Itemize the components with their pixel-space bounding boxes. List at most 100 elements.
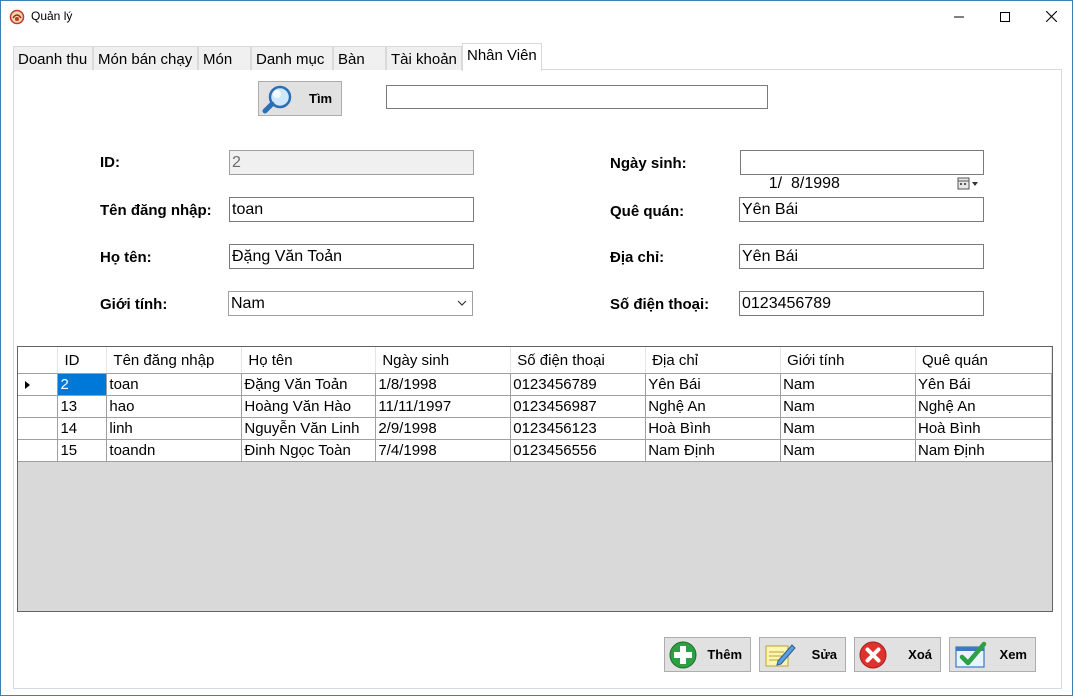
delete-button[interactable]: Xoá [854, 637, 941, 672]
checkmark-icon [954, 641, 988, 673]
tab-mon-ban-chay[interactable]: Món bán chạy [93, 46, 198, 70]
column-header-birthdate[interactable]: Ngày sinh [375, 347, 512, 374]
table-cell[interactable]: Hoà Bình [915, 417, 1052, 440]
table-cell[interactable]: Yên Bái [915, 373, 1052, 396]
id-field: 2 [229, 150, 474, 175]
address-field[interactable]: Yên Bái [739, 244, 984, 269]
search-input[interactable] [386, 85, 768, 109]
phone-field[interactable]: 0123456789 [739, 291, 984, 316]
row-header-corner [18, 347, 59, 374]
edit-button[interactable]: Sửa [759, 637, 846, 672]
tab-doanh-thu[interactable]: Doanh thu [13, 46, 93, 70]
row-header[interactable] [18, 417, 59, 440]
column-header-id[interactable]: ID [57, 347, 108, 374]
title-bar: Quản lý [1, 1, 1072, 32]
current-row-arrow-icon [25, 380, 30, 389]
table-cell[interactable]: 2/9/1998 [375, 417, 512, 440]
table-cell[interactable]: Nam [780, 395, 916, 418]
tab-mon[interactable]: Món [198, 46, 251, 70]
table-cell[interactable]: Đinh Ngọc Toàn [241, 439, 377, 462]
add-button-label: Thêm [707, 647, 742, 662]
gender-select[interactable]: Nam [228, 291, 473, 316]
table-cell[interactable]: 2 [57, 373, 108, 396]
id-label: ID: [100, 154, 120, 171]
fullname-field[interactable]: Đặng Văn Toản [229, 244, 474, 269]
hometown-field[interactable]: Yên Bái [739, 197, 984, 222]
edit-note-icon [764, 641, 796, 673]
table-cell[interactable]: Hoàng Văn Hào [241, 395, 377, 418]
table-cell[interactable]: Nghệ An [645, 395, 782, 418]
app-icon [9, 9, 25, 25]
table-cell[interactable]: 0123456987 [510, 395, 647, 418]
table-cell[interactable]: 11/11/1997 [375, 395, 512, 418]
column-header-username[interactable]: Tên đăng nhập [106, 347, 243, 374]
table-cell[interactable]: Nam [780, 417, 916, 440]
table-cell[interactable]: 13 [57, 395, 108, 418]
hometown-label: Quê quán: [610, 203, 685, 220]
search-button-label: Tìm [309, 91, 333, 106]
tab-ban[interactable]: Bàn [333, 46, 386, 70]
gender-select-value: Nam [231, 295, 265, 312]
fullname-label: Họ tên: [100, 249, 152, 266]
table-cell[interactable]: Nam [780, 373, 916, 396]
table-cell[interactable]: 0123456123 [510, 417, 647, 440]
close-button[interactable] [1028, 1, 1073, 32]
add-button[interactable]: Thêm [664, 637, 751, 672]
employee-grid[interactable]: ID Tên đăng nhập Họ tên Ngày sinh Số điệ… [17, 346, 1053, 612]
edit-button-label: Sửa [811, 647, 837, 662]
row-header-current[interactable] [18, 373, 59, 396]
table-cell[interactable]: 1/8/1998 [375, 373, 512, 396]
table-cell[interactable]: Nam Định [645, 439, 782, 462]
table-cell[interactable]: 0123456789 [510, 373, 647, 396]
gender-label: Giới tính: [100, 296, 168, 313]
column-header-address[interactable]: Địa chỉ [645, 347, 782, 374]
employee-table: ID Tên đăng nhập Họ tên Ngày sinh Số điệ… [18, 347, 1052, 462]
table-cell[interactable]: linh [106, 417, 243, 440]
phone-label: Số điện thoại: [610, 296, 710, 313]
table-cell[interactable]: Nam [780, 439, 916, 462]
table-cell[interactable]: toan [106, 373, 243, 396]
delete-button-label: Xoá [908, 647, 932, 662]
tab-tai-khoan[interactable]: Tài khoản [386, 46, 462, 70]
table-cell[interactable]: Nghệ An [915, 395, 1052, 418]
tab-nhan-vien[interactable]: Nhân Viên [462, 43, 542, 71]
table-cell[interactable]: hao [106, 395, 243, 418]
minimize-button[interactable] [936, 1, 982, 32]
table-cell[interactable]: Yên Bái [645, 373, 782, 396]
birthdate-value: 1/ 8/1998 [768, 175, 840, 192]
column-header-gender[interactable]: Giới tính [780, 347, 916, 374]
table-cell[interactable]: toandn [106, 439, 243, 462]
column-header-hometown[interactable]: Quê quán [915, 347, 1052, 374]
column-header-phone[interactable]: Số điện thoại [510, 347, 647, 374]
table-cell[interactable]: Hoà Bình [645, 417, 782, 440]
table-cell[interactable]: 15 [57, 439, 108, 462]
chevron-down-icon [456, 295, 468, 311]
table-cell[interactable]: 0123456556 [510, 439, 647, 462]
username-label: Tên đăng nhập: [100, 202, 212, 219]
table-cell[interactable]: 7/4/1998 [375, 439, 512, 462]
view-button-label: Xem [999, 647, 1027, 662]
magnifier-icon [262, 84, 296, 118]
tab-danh-muc[interactable]: Danh mục [251, 46, 333, 70]
view-button[interactable]: Xem [949, 637, 1036, 672]
x-circle-icon [859, 641, 887, 673]
column-header-fullname[interactable]: Họ tên [241, 347, 377, 374]
birthdate-picker[interactable]: 1/ 8/1998 [740, 150, 984, 192]
table-row[interactable]: 15 toandn Đinh Ngọc Toàn 7/4/1998 012345… [18, 439, 1052, 462]
table-cell[interactable]: Nam Định [915, 439, 1052, 462]
address-label: Địa chỉ: [610, 249, 665, 266]
grid-header-row: ID Tên đăng nhập Họ tên Ngày sinh Số điệ… [18, 347, 1052, 374]
table-row[interactable]: 13 hao Hoàng Văn Hào 11/11/1997 01234569… [18, 395, 1052, 418]
search-button[interactable]: Tìm [258, 81, 342, 116]
username-field[interactable]: toan [229, 197, 474, 222]
row-header[interactable] [18, 439, 59, 462]
table-cell[interactable]: 14 [57, 417, 108, 440]
maximize-button[interactable] [982, 1, 1028, 32]
table-row[interactable]: 14 linh Nguyễn Văn Linh 2/9/1998 0123456… [18, 417, 1052, 440]
birthdate-label: Ngày sinh: [610, 155, 687, 172]
row-header[interactable] [18, 395, 59, 418]
table-cell[interactable]: Đặng Văn Toản [241, 373, 377, 396]
main-window: Quản lý Doanh thu Món bán chạy Món Danh … [0, 0, 1073, 696]
table-row[interactable]: 2 toan Đặng Văn Toản 1/8/1998 0123456789… [18, 373, 1052, 396]
table-cell[interactable]: Nguyễn Văn Linh [241, 417, 377, 440]
